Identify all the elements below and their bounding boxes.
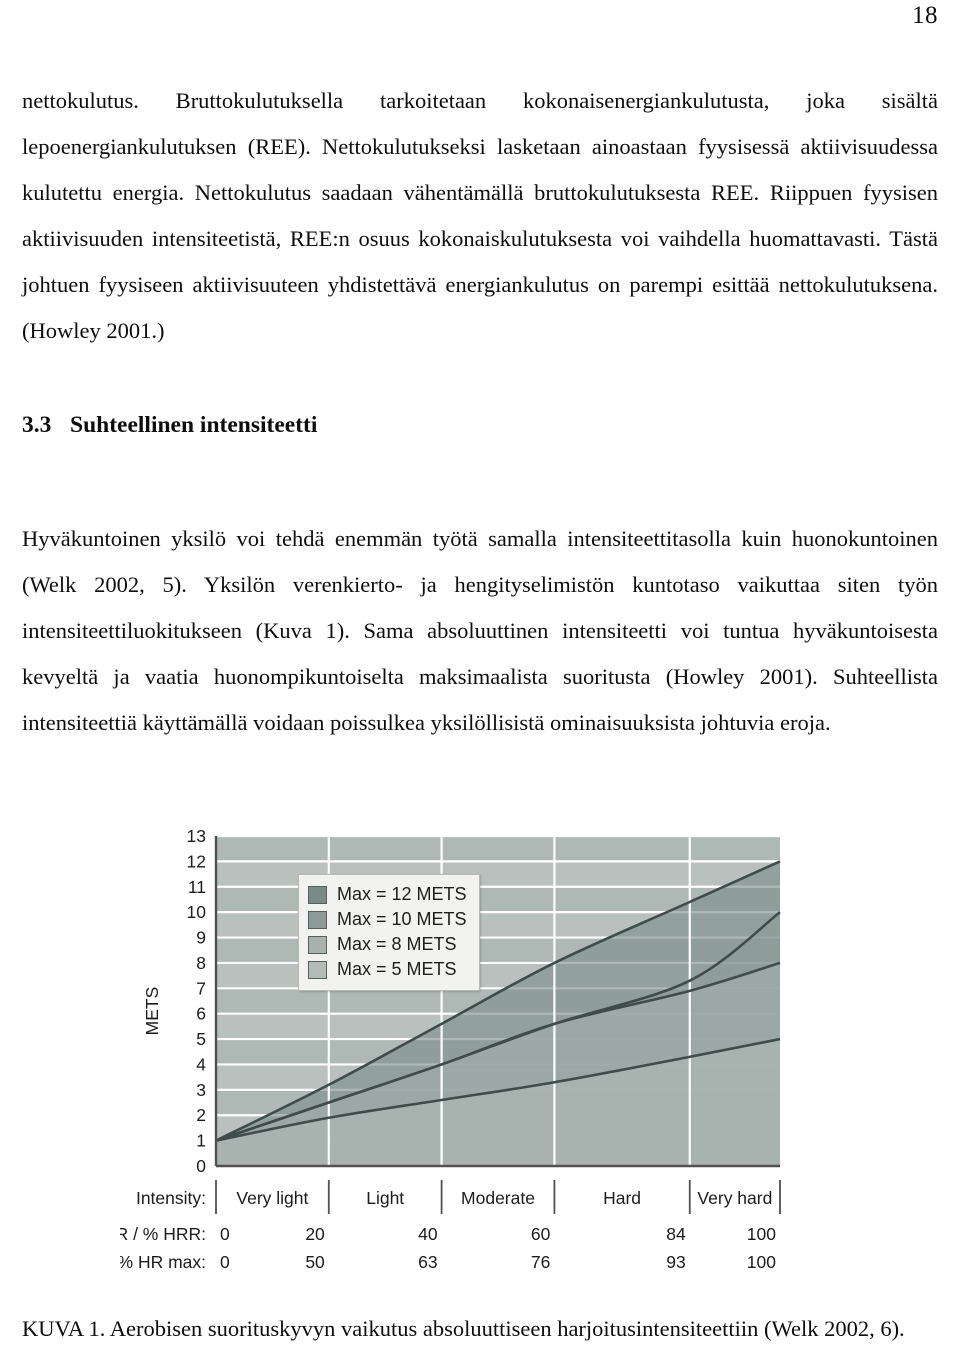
scale-value: 40 xyxy=(418,1224,438,1244)
y-tick-label: 2 xyxy=(196,1105,206,1125)
y-tick-label: 6 xyxy=(196,1004,206,1024)
legend-swatch-icon xyxy=(308,910,327,929)
scale-value: 60 xyxy=(531,1224,551,1244)
scale-value: 93 xyxy=(666,1252,685,1272)
scale-value: 100 xyxy=(747,1224,776,1244)
legend-label: Max = 8 METS xyxy=(337,934,457,954)
page-number: 18 xyxy=(912,2,938,29)
row-head-vo2r-hrr: % VO2R / % HRR: xyxy=(120,1224,206,1251)
category-label: Very light xyxy=(236,1188,308,1208)
category-axis-row: Very light Light Moderate Hard Very hard Inte… xyxy=(136,1179,781,1214)
scale-value: 0 xyxy=(220,1252,230,1272)
y-tick-label: 8 xyxy=(196,953,206,973)
category-label: Light xyxy=(366,1188,404,1208)
paragraph-1: nettokulutus. Bruttokulutuksella tarkoit… xyxy=(22,88,938,343)
legend-row: Max = 5 METS xyxy=(308,957,467,982)
category-label: Hard xyxy=(603,1188,641,1208)
y-tick-label: 4 xyxy=(196,1054,206,1074)
section-heading: 3.3 Suhteellinen intensiteetti xyxy=(22,412,317,439)
y-axis-title: METS xyxy=(142,987,162,1036)
scale-value: 84 xyxy=(666,1224,686,1244)
legend-label: Max = 5 METS xyxy=(337,959,457,979)
category-label: Moderate xyxy=(461,1188,535,1208)
y-tick-label: 9 xyxy=(196,928,206,948)
y-tick-label: 0 xyxy=(196,1156,206,1176)
y-tick-label: 1 xyxy=(196,1131,206,1151)
y-tick-label: 13 xyxy=(187,826,206,846)
scale-rows: % VO2R / % HRR: 0 20 40 60 84 100 % HR max: 0 50 6… xyxy=(120,1224,776,1272)
legend-row: Max = 8 METS xyxy=(308,932,467,957)
paragraph-2: Hyväkuntoinen yksilö voi tehdä enemmän t… xyxy=(22,526,938,735)
chart-svg: 012345678910111213 METS Very light Light M… xyxy=(120,826,781,1272)
figure-caption: KUVA 1. Aerobisen suorituskyvyn vaikutus… xyxy=(22,1316,905,1341)
row-head-hrmax: % HR max: xyxy=(120,1252,206,1272)
legend-swatch-icon xyxy=(308,960,327,979)
scale-value: 0 xyxy=(220,1224,230,1244)
legend-swatch-icon xyxy=(308,885,327,904)
scale-value: 20 xyxy=(305,1224,325,1244)
y-tick-label: 3 xyxy=(196,1080,206,1100)
y-tick-label: 11 xyxy=(188,877,206,897)
legend-swatch-icon xyxy=(308,935,327,954)
section-heading-number: 3.3 xyxy=(22,412,52,438)
y-tick-label: 12 xyxy=(187,851,206,871)
scale-value: 63 xyxy=(418,1252,437,1272)
figure-chart: 0 1 2 3 4 5 6 7 8 9 10 11 12 13 METS Very light Light M… xyxy=(120,826,880,1296)
scale-value: 76 xyxy=(531,1252,550,1272)
legend-row: Max = 12 METS xyxy=(308,882,467,907)
y-tick-label: 5 xyxy=(196,1029,206,1049)
row-head-intensity: Intensity: xyxy=(136,1188,206,1208)
legend-row: Max = 10 METS xyxy=(308,907,467,932)
legend-label: Max = 10 METS xyxy=(337,909,467,929)
section-heading-title: Suhteellinen intensiteetti xyxy=(70,412,318,438)
legend-label: Max = 12 METS xyxy=(337,884,467,904)
scale-value: 100 xyxy=(747,1252,776,1272)
y-tick-label: 10 xyxy=(187,902,207,922)
chart-legend: Max = 12 METS Max = 10 METS Max = 8 METS Ma… xyxy=(298,874,480,991)
y-tick-label: 7 xyxy=(196,978,206,998)
category-label: Very hard xyxy=(697,1188,772,1208)
scale-value: 50 xyxy=(305,1252,325,1272)
